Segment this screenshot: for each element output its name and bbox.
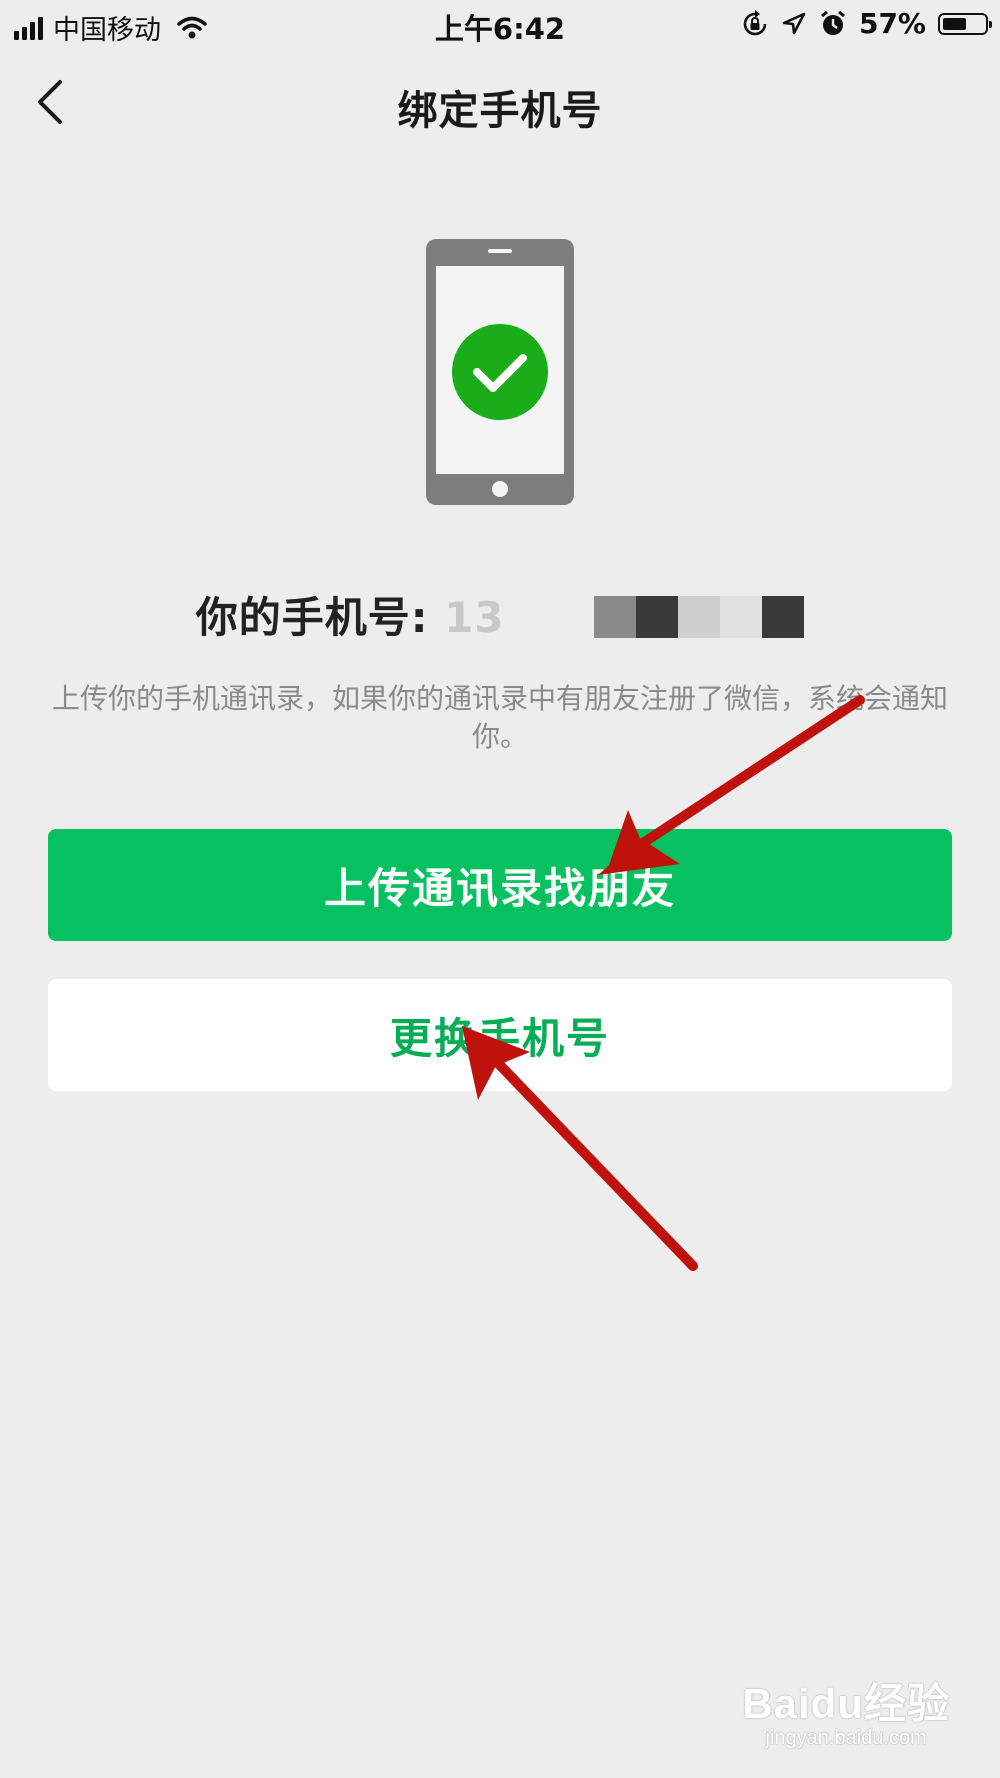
nav-bar: 绑定手机号 (0, 50, 1000, 154)
battery-icon (938, 12, 992, 35)
watermark-url: jingyan.baidu.com (765, 1727, 927, 1749)
baidu-jingyan-watermark: Baidu经验 jingyan.baidu.com (742, 1670, 950, 1750)
phone-number-prefix: 13 (444, 593, 505, 642)
watermark-brand: Baidu经验 (742, 1680, 950, 1727)
battery-level (943, 17, 966, 30)
phone-number-line: 你的手机号: 13 (0, 584, 1000, 645)
check-circle-icon (452, 324, 548, 420)
phone-number-redacted (526, 595, 805, 638)
battery-percent: 57% (858, 7, 926, 40)
alarm-icon (821, 10, 845, 35)
upload-description: 上传你的手机通讯录，如果你的通讯录中有朋友注册了微信，系统会通知你。 (51, 682, 948, 753)
location-arrow-icon (782, 12, 806, 34)
status-bar: 中国移动 上午6:42 57% (0, 0, 1000, 50)
upload-contacts-button[interactable]: 上传通讯录找朋友 (48, 829, 952, 941)
change-phone-button[interactable]: 更换手机号 (48, 979, 952, 1091)
rotation-lock-icon (743, 9, 767, 35)
phone-check-illustration (426, 239, 574, 505)
status-right: 57% (741, 7, 992, 40)
phone-label: 你的手机号: (195, 593, 429, 642)
page-title: 绑定手机号 (397, 88, 603, 134)
